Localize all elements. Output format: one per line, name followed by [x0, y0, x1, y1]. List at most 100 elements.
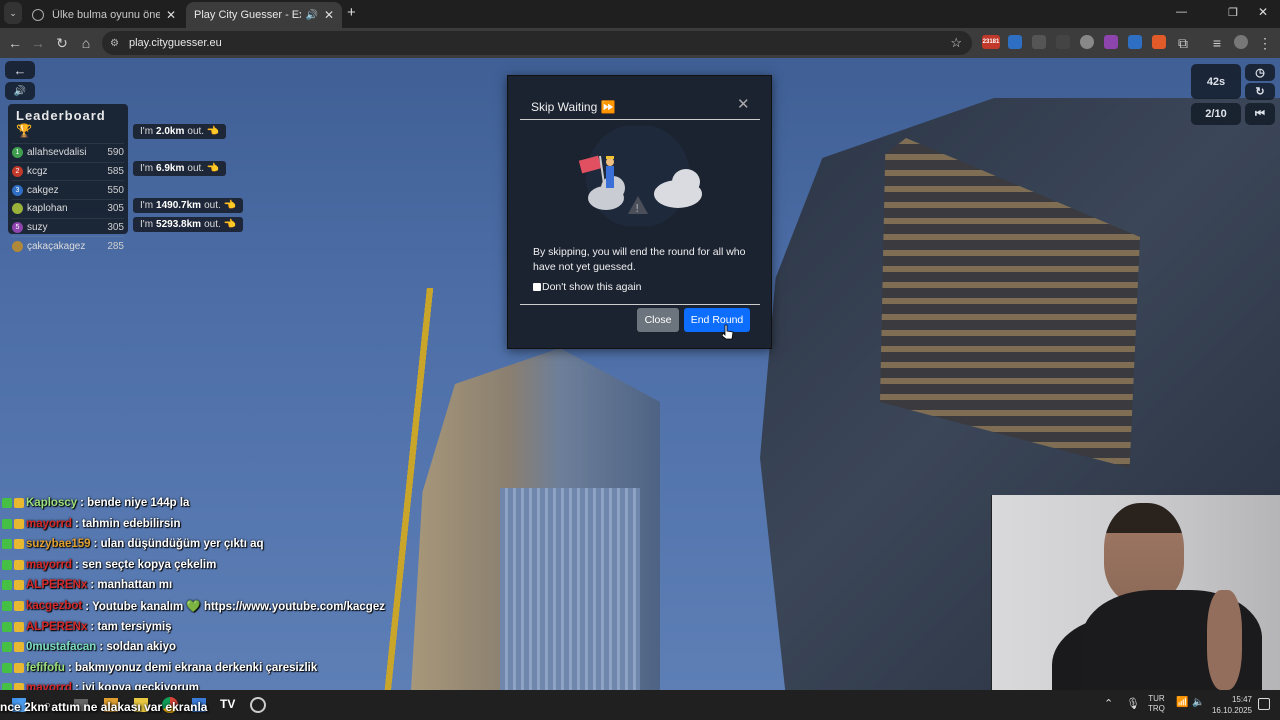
maximize-button[interactable]: ❐	[1228, 6, 1238, 19]
kick-badge-icon	[2, 559, 12, 570]
leaderboard-row: 1 allahsevdalisi 590	[12, 143, 124, 162]
tradingview-icon[interactable]: TV	[220, 697, 235, 711]
mouse-cursor-icon	[722, 324, 734, 340]
dialog-title: Skip Waiting ⏩	[531, 100, 616, 114]
menu-icon[interactable]: ⋮	[1254, 28, 1276, 58]
player-score: 550	[107, 184, 124, 196]
leaderboard-row: 3 cakgez 550	[12, 180, 124, 199]
player-name: kcgz	[27, 166, 48, 178]
network-icon[interactable]: 📶	[1176, 697, 1188, 708]
sub-badge-icon	[14, 498, 24, 508]
chevron-up-icon[interactable]: ⌃	[1104, 697, 1113, 710]
twitch-icon[interactable]	[1104, 35, 1118, 49]
chat-username: 0mustafacan	[26, 641, 97, 654]
sound-button[interactable]: 🔊	[5, 82, 35, 100]
extension-badge-icon[interactable]: 23181	[982, 35, 1000, 49]
rank-badge: 5	[12, 222, 23, 234]
rank-badge: 2	[12, 166, 23, 178]
reading-list-icon[interactable]: ≡	[1206, 28, 1228, 58]
avatar[interactable]	[1234, 35, 1248, 49]
dialog-message: By skipping, you will end the round for …	[533, 246, 746, 273]
glass-facade	[500, 488, 640, 690]
new-tab-button[interactable]: +	[347, 4, 356, 21]
refresh-icon[interactable]: ↻	[1245, 83, 1275, 100]
forward-icon[interactable]: →	[27, 28, 49, 58]
history-icon[interactable]: ◷	[1245, 64, 1275, 81]
extensions-icon[interactable]: ⧉	[1172, 28, 1194, 58]
site-info-icon[interactable]: ⚙	[110, 38, 119, 49]
streamer-head	[1104, 503, 1184, 603]
leaderboard-row: 5 suzy 305	[12, 217, 124, 237]
chat-text: : manhattan mı	[90, 579, 173, 592]
chat-text: : bende niye 144p la	[80, 497, 190, 509]
skip-icon[interactable]: ⏮	[1245, 103, 1275, 125]
divider	[520, 304, 760, 305]
audio-icon[interactable]: 🔊	[305, 10, 317, 21]
distance-bubble: I'm 5293.8km out. 👈	[133, 217, 243, 232]
tab-search-button[interactable]: ⌄	[4, 2, 22, 24]
timer-display: 42s	[1191, 64, 1241, 99]
star-icon[interactable]: ☆	[950, 35, 962, 51]
tab-play-city-guesser[interactable]: Play City Guesser - Explore 🔊 ✕	[186, 2, 342, 28]
chat-message: mayorrd: sen seçte kopya çekelim	[2, 555, 216, 575]
player-name: kaplohan	[27, 203, 68, 215]
player-name: suzy	[27, 222, 48, 234]
reload-icon[interactable]: ↻	[51, 28, 73, 58]
pointing-hand-icon: 👈	[206, 126, 220, 137]
kick-badge-icon	[2, 580, 12, 591]
chat-message: 0mustafacan: soldan akiyo	[2, 637, 176, 657]
leaderboard: Leaderboard 🏆 1 allahsevdalisi 590 2 kcgz 585…	[8, 104, 128, 252]
stream-subtitle: nce 2km attım ne alakası var ekranla	[0, 700, 208, 714]
extension-icon[interactable]	[1080, 35, 1094, 49]
skip-waiting-dialog: Skip Waiting ⏩ ✕ ! By skipping, you will…	[507, 75, 772, 349]
leaderboard-row: çakaçakagez 285	[12, 236, 124, 255]
chat-message: ALPERENx: tam tersiymiş	[2, 617, 172, 637]
close-button[interactable]: Close	[637, 308, 679, 332]
extension-icon[interactable]	[1152, 35, 1166, 49]
streamer-hand	[1207, 590, 1242, 690]
tab-ulke-bulma[interactable]: Ülke bulma oyunu önerileri ✕	[24, 2, 184, 28]
extension-icon[interactable]	[1128, 35, 1142, 49]
microphone-icon[interactable]: 🎙	[1126, 697, 1140, 710]
app-icon[interactable]	[250, 697, 266, 713]
sub-badge-icon	[14, 601, 24, 611]
minimize-button[interactable]: —	[1176, 6, 1187, 18]
close-window-button[interactable]: ✕	[1258, 5, 1268, 19]
rank-badge: 3	[12, 184, 23, 196]
globe-icon	[32, 9, 44, 21]
translate-icon[interactable]	[1008, 35, 1022, 49]
language-indicator[interactable]: TUR TRQ	[1148, 694, 1165, 714]
round-counter: 2/10	[1191, 103, 1241, 125]
chat-text: : bakmıyonuz demi ekrana derkenki çaresi…	[67, 661, 318, 674]
chat-text: : sen seçte kopya çekelim	[75, 558, 217, 571]
address-bar[interactable]: ⚙ play.cityguesser.eu ☆	[102, 31, 972, 55]
close-icon[interactable]: ✕	[166, 8, 176, 22]
chat-message: kacgezbot: Youtube kanalım 💚 https://www…	[2, 596, 385, 616]
home-icon[interactable]: ⌂	[75, 28, 97, 58]
notification-icon[interactable]	[1258, 698, 1270, 710]
checkbox-label: Don't show this again	[542, 281, 642, 293]
kick-badge-icon	[2, 518, 12, 529]
volume-icon[interactable]: 🔈	[1192, 697, 1204, 708]
extension-icon[interactable]	[1056, 35, 1070, 49]
extension-icon[interactable]	[1032, 35, 1046, 49]
skip-illustration-icon: !	[578, 126, 702, 226]
close-icon[interactable]: ✕	[324, 8, 334, 22]
pointing-hand-icon: 👈	[223, 200, 236, 211]
distance-bubble: I'm 6.9km out. 👈	[133, 161, 227, 176]
back-button[interactable]: ←	[5, 61, 35, 79]
end-round-button[interactable]: End Round	[684, 308, 750, 332]
chat-username: suzybae159	[26, 538, 91, 551]
pointing-hand-icon: 👈	[206, 163, 220, 174]
player-score: 305	[107, 222, 124, 234]
webcam-overlay	[991, 495, 1280, 699]
chat-username: ALPERENx	[26, 620, 88, 633]
player-name: cakgez	[27, 184, 59, 196]
clock[interactable]: 15:47 16.10.2025	[1208, 694, 1252, 716]
back-icon[interactable]: ←	[4, 28, 26, 58]
kick-badge-icon	[2, 539, 12, 550]
dont-show-again-row: Don't show this again	[533, 281, 641, 293]
dont-show-again-checkbox[interactable]	[533, 283, 541, 291]
close-icon[interactable]: ✕	[737, 95, 750, 113]
sub-badge-icon	[14, 518, 24, 529]
